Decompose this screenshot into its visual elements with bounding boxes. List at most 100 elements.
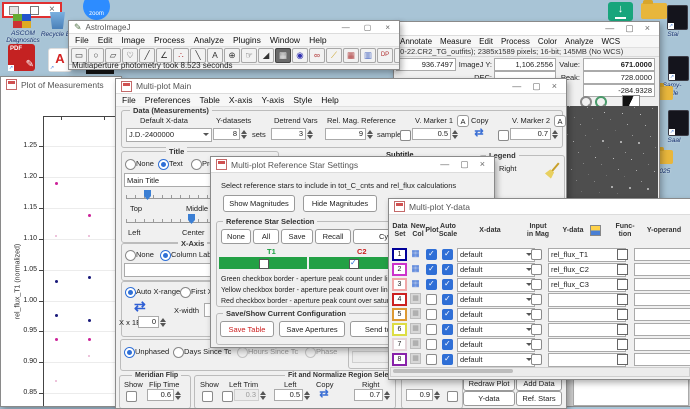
menu-color[interactable]: Color: [538, 37, 557, 46]
menu-edit[interactable]: Edit: [98, 35, 113, 45]
y-data-dropdown[interactable]: [548, 338, 626, 352]
auto-scale-checkbox[interactable]: [442, 264, 453, 275]
menu-process[interactable]: Process: [154, 35, 185, 45]
imagej-x-field[interactable]: 936.7497: [396, 58, 456, 71]
phase-radio[interactable]: [305, 347, 316, 358]
y-data-dropdown[interactable]: rel_flux_C3: [548, 278, 626, 292]
hours-since-tc-radio[interactable]: [237, 347, 248, 358]
save-apertures-button[interactable]: Save Apertures: [279, 321, 345, 337]
function-checkbox[interactable]: [617, 309, 628, 320]
menu-annotate[interactable]: Annotate: [400, 37, 432, 46]
plot-checkbox[interactable]: [426, 354, 437, 365]
app-icon[interactable]: ↗: [667, 5, 688, 30]
minimize-icon[interactable]: —: [605, 24, 614, 33]
y-operand-field[interactable]: [634, 263, 690, 276]
flip-time-spinner[interactable]: 0.6: [147, 389, 183, 401]
x-data-dropdown[interactable]: default: [457, 323, 535, 337]
minimize-icon[interactable]: —: [440, 160, 449, 169]
plot-checkbox[interactable]: [426, 309, 437, 320]
right-trim-checkbox[interactable]: [447, 391, 458, 402]
y-operand-field[interactable]: [634, 308, 690, 321]
ref-stars-button[interactable]: Ref. Stars: [516, 391, 562, 406]
new-col-icon[interactable]: ▦: [410, 308, 421, 319]
meridian-show-checkbox[interactable]: [126, 391, 137, 402]
x-data-dropdown[interactable]: default: [457, 293, 535, 307]
save-table-button[interactable]: Save Table: [220, 321, 274, 337]
new-col-icon[interactable]: ▦: [410, 248, 421, 259]
fit-show-checkbox[interactable]: [202, 391, 213, 402]
menu-file[interactable]: File: [122, 95, 136, 105]
y-data-dropdown[interactable]: [548, 293, 626, 307]
input-in-mag-checkbox[interactable]: [531, 339, 542, 350]
minimize-icon[interactable]: —: [512, 82, 521, 91]
aperture-tool[interactable]: ◉: [292, 48, 308, 63]
table-tool[interactable]: ▥: [360, 48, 376, 63]
y-data-dropdown[interactable]: rel_flux_T1: [548, 248, 626, 262]
menu-help[interactable]: Help: [309, 35, 326, 45]
app-icon[interactable]: ↗: [668, 56, 689, 81]
align-tool[interactable]: ▦: [343, 48, 359, 63]
image-window-titlebar[interactable]: — ▢ ×: [394, 22, 659, 36]
menu-file[interactable]: File: [75, 35, 89, 45]
hide-magnitudes-button[interactable]: Hide Magnitudes: [303, 195, 377, 212]
input-in-mag-checkbox[interactable]: [531, 309, 542, 320]
auto-x-range-radio[interactable]: [125, 287, 136, 298]
slope-tool[interactable]: ◢: [258, 48, 274, 63]
menu-help[interactable]: Help: [321, 95, 338, 105]
minimize-icon[interactable]: —: [342, 23, 350, 32]
zoom-app-icon[interactable]: zoom: [83, 0, 110, 20]
menu-wcs[interactable]: WCS: [601, 37, 620, 46]
x-data-dropdown[interactable]: default: [457, 338, 535, 352]
y-data-dropdown[interactable]: [548, 353, 626, 367]
pdf-app-icon[interactable]: PDF ✎ ↗: [8, 44, 35, 71]
x-data-dropdown[interactable]: default: [457, 278, 535, 292]
menu-process[interactable]: Process: [501, 37, 530, 46]
recycle-bin-icon[interactable]: [50, 12, 65, 29]
plot-checkbox[interactable]: [426, 279, 437, 290]
fit-right-spinner[interactable]: 0.7: [354, 389, 392, 401]
v-marker1-checkbox[interactable]: [400, 130, 411, 141]
dp-tool[interactable]: DP: [377, 48, 393, 63]
annotate-tool[interactable]: ↗: [394, 48, 400, 63]
y-operand-field[interactable]: [634, 248, 690, 261]
maximize-icon[interactable]: ▢: [364, 23, 372, 32]
y-data-dropdown[interactable]: rel_flux_C2: [548, 263, 626, 277]
auto-scale-checkbox[interactable]: [442, 249, 453, 260]
multiplot-main-titlebar[interactable]: Multi-plot Main — ▢ ×: [116, 79, 566, 94]
plot-checkbox[interactable]: [426, 324, 437, 335]
star-t1-checkbox[interactable]: [259, 259, 269, 269]
maximize-icon[interactable]: ▢: [625, 24, 634, 33]
y-operand-field[interactable]: [634, 323, 690, 336]
menu-yaxis[interactable]: Y-axis: [262, 95, 285, 105]
x-range-arrows-icon[interactable]: ⇄: [134, 298, 146, 315]
new-col-icon[interactable]: ▦: [410, 293, 421, 304]
v-marker2-spinner[interactable]: 0.7: [510, 128, 560, 140]
save-button[interactable]: Save: [281, 229, 313, 244]
function-checkbox[interactable]: [617, 264, 628, 275]
function-checkbox[interactable]: [617, 339, 628, 350]
plot-window-titlebar[interactable]: Plot of Measurements: [1, 77, 121, 93]
close-icon[interactable]: ×: [552, 82, 557, 91]
ascom-icon[interactable]: [13, 14, 31, 28]
default-x-dropdown[interactable]: J.D.-2400000: [126, 128, 212, 142]
title-none-radio[interactable]: [125, 159, 136, 170]
auto-scale-checkbox[interactable]: [442, 324, 453, 335]
brightness-tool[interactable]: ▦: [275, 48, 291, 63]
x-data-dropdown[interactable]: default: [457, 248, 535, 262]
first-x-radio[interactable]: [180, 287, 191, 298]
all-button[interactable]: All: [253, 229, 279, 244]
recall-button[interactable]: Recall: [315, 229, 351, 244]
plot-checkbox[interactable]: [426, 264, 437, 275]
title-text-radio[interactable]: [158, 159, 169, 170]
menu-edit[interactable]: Edit: [479, 37, 493, 46]
left-trim-checkbox[interactable]: [222, 391, 233, 402]
auto-scale-checkbox[interactable]: [442, 309, 453, 320]
close-icon[interactable]: ×: [480, 160, 485, 169]
y-operand-field[interactable]: [634, 278, 690, 291]
menu-analyze[interactable]: Analyze: [565, 37, 593, 46]
show-magnitudes-button[interactable]: Show Magnitudes: [223, 195, 295, 212]
y-data-dropdown[interactable]: [548, 323, 626, 337]
ydata-hscrollbar[interactable]: [390, 367, 690, 377]
ydata-hscrollbar-thumb[interactable]: [393, 369, 513, 373]
menu-style[interactable]: Style: [293, 95, 312, 105]
